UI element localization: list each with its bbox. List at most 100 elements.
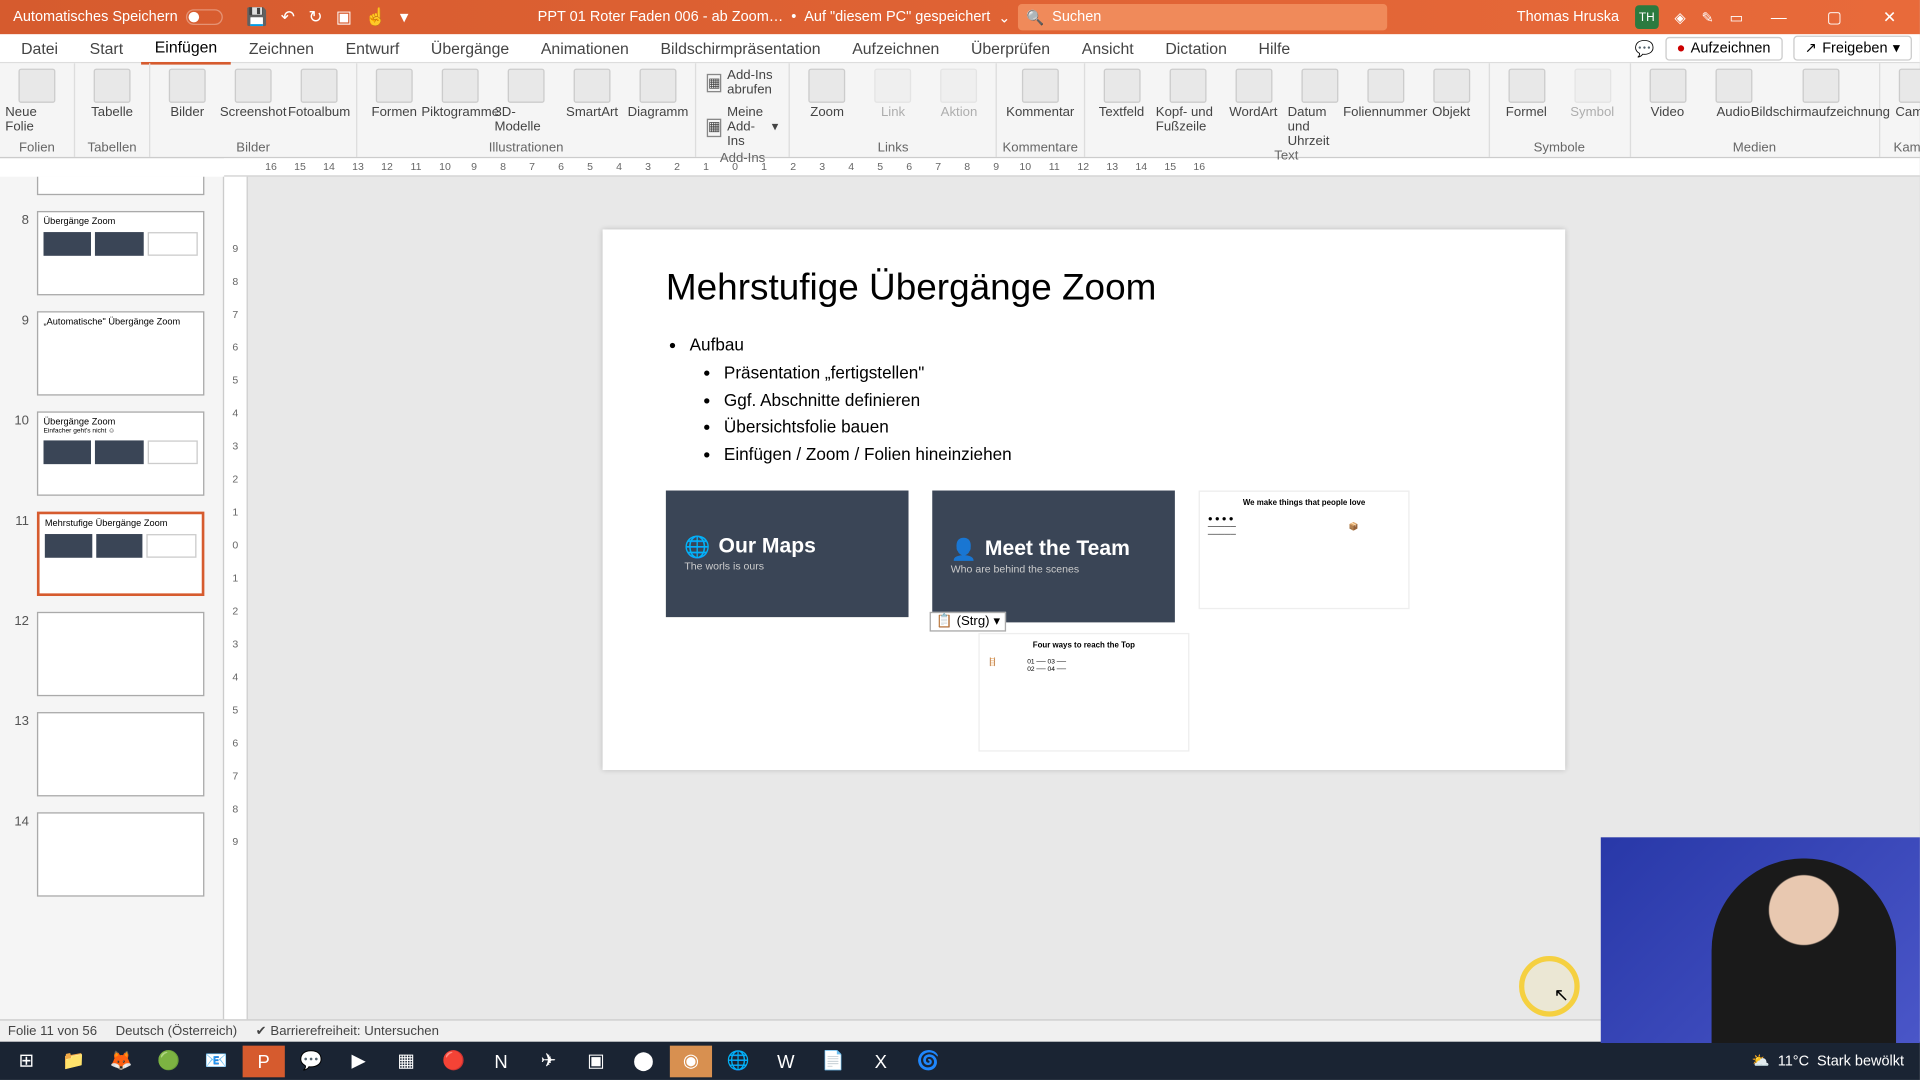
outlook-icon[interactable]: 📧 [195,1045,237,1077]
user-avatar[interactable]: TH [1635,5,1659,29]
vlc-icon[interactable]: ▶ [338,1045,380,1077]
bildschirmaufz-button[interactable]: Bildschirmaufzeichnung [1768,66,1873,120]
slide-thumbnails-panel[interactable]: 7Ende 8Übergänge Zoom 9„Automatische" Über… [0,177,224,1042]
datum-button[interactable]: Datum und Uhrzeit [1288,66,1351,149]
powerpoint-icon[interactable]: P [243,1045,285,1077]
wordart-button[interactable]: WordArt [1222,66,1285,120]
start-button[interactable]: ⊞ [5,1045,47,1077]
search-box[interactable]: 🔍 Suchen [1018,4,1387,30]
undo-icon[interactable]: ↶ [281,7,295,28]
tab-uebergaenge[interactable]: Übergänge [418,34,523,63]
zoom-frame-team[interactable]: 👤Meet the Team Who are behind the scenes [932,490,1175,622]
temperature[interactable]: 11°C [1778,1053,1809,1069]
slide-thumb-10[interactable]: 10Übergänge ZoomEinfacher geht's nicht ☺ [11,411,205,495]
share-button[interactable]: ↗Freigeben▾ [1793,36,1912,61]
app2-icon[interactable]: ▦ [385,1045,427,1077]
formen-button[interactable]: Formen [363,66,426,120]
redo-icon[interactable]: ↻ [308,7,322,28]
slide-canvas[interactable]: Mehrstufige Übergänge Zoom Aufbau Präsen… [603,229,1566,770]
language-status[interactable]: Deutsch (Österreich) [116,1024,238,1039]
bullet-sub-4[interactable]: Einfügen / Zoom / Folien hineinziehen [724,442,1502,469]
textfeld-button[interactable]: Textfeld [1090,66,1153,120]
firefox-icon[interactable]: 🦊 [100,1045,142,1077]
tab-datei[interactable]: Datei [8,34,71,63]
accessibility-status[interactable]: ✔ Barrierefreiheit: Untersuchen [256,1024,439,1039]
tab-aufzeichnen[interactable]: Aufzeichnen [839,34,952,63]
minimize-button[interactable]: — [1759,8,1799,26]
word-icon[interactable]: W [765,1045,807,1077]
slide-title[interactable]: Mehrstufige Übergänge Zoom [666,266,1502,308]
zoom-frame-fourways[interactable]: Four ways to reach the Top 🪜 01 ── 03 ──… [978,633,1189,752]
formel-button[interactable]: Formel [1495,66,1558,120]
record-button[interactable]: ●Aufzeichnen [1665,36,1783,60]
slide-counter[interactable]: Folie 11 von 56 [8,1024,97,1039]
window-icon[interactable]: ▭ [1729,9,1743,26]
tab-hilfe[interactable]: Hilfe [1245,34,1303,63]
neue-folie-button[interactable]: Neue Folie [5,66,68,135]
screenshot-button[interactable]: Screenshot [222,66,285,120]
present-icon[interactable]: ▣ [336,7,352,28]
tab-start[interactable]: Start [76,34,136,63]
pen-icon[interactable]: ✎ [1701,9,1713,26]
edge-icon[interactable]: 🌀 [907,1045,949,1077]
video-button[interactable]: Video [1636,66,1699,120]
slide-thumb-8[interactable]: 8Übergänge Zoom [11,211,205,295]
save-icon[interactable]: 💾 [246,7,267,28]
touch-icon[interactable]: ☝ [365,7,386,28]
app5-icon[interactable]: ◉ [670,1045,712,1077]
tab-ansicht[interactable]: Ansicht [1069,34,1147,63]
tabelle-button[interactable]: Tabelle [80,66,143,120]
slide-thumb-11[interactable]: 11Mehrstufige Übergänge Zoom [11,512,205,596]
maximize-button[interactable]: ▢ [1814,8,1854,26]
objekt-button[interactable]: Objekt [1420,66,1483,120]
diamond-icon[interactable]: ◈ [1674,9,1685,26]
slide-thumb-12[interactable]: 12 [11,612,205,696]
chrome-icon[interactable]: 🟢 [148,1045,190,1077]
tab-entwurf[interactable]: Entwurf [332,34,412,63]
tab-animationen[interactable]: Animationen [528,34,642,63]
foliennummer-button[interactable]: Foliennummer [1354,66,1417,120]
explorer-icon[interactable]: 📁 [53,1045,95,1077]
kopf-fuss-button[interactable]: Kopf- und Fußzeile [1156,66,1219,135]
app4-icon[interactable]: ▣ [575,1045,617,1077]
slide-thumb-9[interactable]: 9„Automatische" Übergänge Zoom [11,311,205,395]
tab-ueberpruefen[interactable]: Überprüfen [958,34,1064,63]
tab-dictation[interactable]: Dictation [1152,34,1240,63]
zoom-button[interactable]: Zoom [795,66,858,120]
fotoalbum-button[interactable]: Fotoalbum [287,66,350,120]
excel-icon[interactable]: X [860,1045,902,1077]
app7-icon[interactable]: 📄 [812,1045,854,1077]
slide-thumb-7[interactable]: 7Ende [11,177,205,195]
obs-icon[interactable]: ⬤ [622,1045,664,1077]
piktogramme-button[interactable]: Piktogramme [429,66,492,120]
comments-icon[interactable]: 💬 [1634,39,1654,57]
app-icon[interactable]: 💬 [290,1045,332,1077]
meine-addins-button[interactable]: ▦Meine Add-Ins ▾ [707,103,779,152]
chevron-down-icon[interactable]: ⌄ [998,9,1010,26]
qat-more-icon[interactable]: ▾ [400,7,409,28]
close-button[interactable]: ✕ [1870,8,1910,26]
paste-options-badge[interactable]: 📋(Strg)▾ [930,612,1007,632]
telegram-icon[interactable]: ✈ [527,1045,569,1077]
app3-icon[interactable]: 🔴 [433,1045,475,1077]
zoom-frame-maps[interactable]: 🌐Our Maps The worls is ours [666,490,909,617]
addins-abrufen-button[interactable]: ▦Add-Ins abrufen [707,66,779,100]
user-name[interactable]: Thomas Hruska [1517,9,1619,25]
bullet-sub-2[interactable]: Ggf. Abschnitte definieren [724,387,1502,414]
cameo-button[interactable]: Cameo [1885,66,1920,120]
bullet-1[interactable]: Aufbau [690,332,1502,359]
app6-icon[interactable]: 🌐 [717,1045,759,1077]
autosave-toggle[interactable] [186,9,223,25]
onenote-icon[interactable]: N [480,1045,522,1077]
tab-bildschirm[interactable]: Bildschirmpräsentation [647,34,833,63]
smartart-button[interactable]: SmartArt [560,66,623,120]
weather-text[interactable]: Stark bewölkt [1817,1053,1904,1069]
diagramm-button[interactable]: Diagramm [626,66,689,120]
tab-zeichnen[interactable]: Zeichnen [236,34,327,63]
bullet-sub-1[interactable]: Präsentation „fertigstellen" [724,360,1502,387]
3dmodelle-button[interactable]: 3D-Modelle [494,66,557,135]
zoom-frame-things[interactable]: We make things that people love ● ● ● ●─… [1199,490,1410,609]
tab-einfuegen[interactable]: Einfügen [142,32,231,64]
bullet-sub-3[interactable]: Übersichtsfolie bauen [724,415,1502,442]
slide-thumb-14[interactable]: 14 [11,812,205,896]
